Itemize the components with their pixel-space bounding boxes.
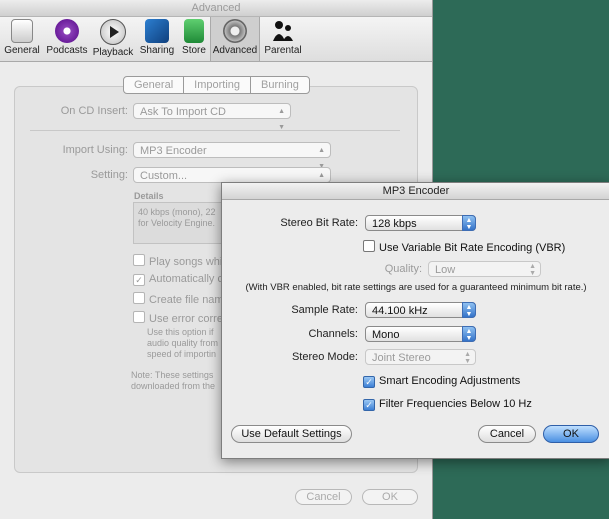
general-icon: [11, 19, 33, 43]
dialog-title: MP3 Encoder: [222, 183, 609, 200]
import-using-popup[interactable]: MP3 Encoder▲▼: [133, 142, 331, 170]
tab-importing[interactable]: Importing: [184, 77, 251, 93]
error-correction-label: Use error corre: [149, 313, 223, 325]
toolbar-advanced[interactable]: Advanced: [210, 17, 260, 61]
tab-bar: General Importing Burning: [123, 76, 310, 94]
use-default-settings-button[interactable]: Use Default Settings: [231, 425, 352, 443]
podcasts-icon: [55, 19, 79, 43]
quality-popup: Low ▲ ▼: [428, 261, 541, 277]
updown-arrows-icon: ▲▼: [462, 215, 476, 231]
sample-rate-label: Sample Rate:: [291, 304, 358, 316]
automatically-label: Automatically c: [149, 273, 223, 285]
on-cd-insert-label: On CD Insert:: [60, 105, 128, 117]
note-line-1: Note: These settings: [131, 370, 214, 380]
tab-general[interactable]: General: [124, 77, 185, 93]
store-icon: [184, 19, 204, 43]
details-text-1: 40 kbps (mono), 22: [138, 207, 216, 217]
error-desc-1: Use this option if: [147, 327, 214, 337]
divider: [30, 130, 400, 131]
details-text-2: for Velocity Engine.: [138, 218, 216, 228]
sharing-icon: [145, 19, 169, 43]
error-desc-2: audio quality from: [147, 338, 219, 348]
toolbar-parental-label: Parental: [264, 45, 302, 56]
automatically-checkbox[interactable]: ✓ Automatically c: [133, 273, 223, 286]
setting-value: Custom...: [140, 170, 188, 182]
updown-arrows-icon: ▲▼: [464, 351, 471, 365]
ok-button[interactable]: OK: [362, 489, 418, 505]
stereo-bit-rate-label: Stereo Bit Rate:: [280, 217, 358, 229]
preferences-toolbar: General Podcasts Playback Sharing Store …: [0, 17, 432, 62]
toolbar-sharing[interactable]: Sharing: [137, 19, 177, 56]
play-songs-label: Play songs whi: [149, 256, 223, 268]
quality-label: Quality:: [384, 263, 422, 275]
toolbar-general-label: General: [4, 45, 40, 56]
filter-frequencies-checkbox[interactable]: ✓ Filter Frequencies Below 10 Hz: [363, 398, 532, 411]
cancel-button[interactable]: Cancel: [295, 489, 352, 505]
checkmark-icon: ✓: [133, 274, 145, 286]
vbr-note: (With VBR enabled, bit rate settings are…: [245, 282, 587, 293]
smart-encoding-checkbox[interactable]: ✓ Smart Encoding Adjustments: [363, 375, 520, 388]
setting-label: Setting:: [90, 169, 128, 181]
stereo-mode-popup: Joint Stereo ▲ ▼: [365, 349, 476, 365]
toolbar-playback[interactable]: Playback: [92, 19, 134, 58]
create-file-names-checkbox[interactable]: Create file nam: [133, 292, 224, 306]
sample-rate-popup[interactable]: 44.100 kHz ▲ ▼: [365, 302, 476, 318]
stereo-mode-label: Stereo Mode:: [291, 351, 358, 363]
import-using-value: MP3 Encoder: [140, 145, 207, 157]
create-file-names-label: Create file nam: [149, 294, 224, 306]
error-desc-3: speed of importin: [147, 349, 217, 359]
checkmark-icon: ✓: [363, 399, 375, 411]
vbr-label: Use Variable Bit Rate Encoding (VBR): [379, 242, 566, 254]
stereo-mode-value: Joint Stereo: [372, 352, 431, 364]
toolbar-podcasts-label: Podcasts: [46, 45, 88, 56]
channels-label: Channels:: [308, 328, 358, 340]
dialog-cancel-button[interactable]: Cancel: [478, 425, 536, 443]
import-using-label: Import Using:: [62, 144, 128, 156]
window-title: Advanced: [0, 0, 432, 17]
vbr-checkbox[interactable]: Use Variable Bit Rate Encoding (VBR): [363, 240, 565, 254]
dialog-ok-button[interactable]: OK: [543, 425, 599, 443]
playback-icon: [100, 19, 126, 45]
play-songs-checkbox[interactable]: Play songs whi: [133, 254, 222, 268]
toolbar-store[interactable]: Store: [178, 19, 210, 56]
sample-rate-value: 44.100 kHz: [372, 305, 428, 317]
toolbar-podcasts[interactable]: Podcasts: [44, 19, 90, 56]
gear-icon: [223, 19, 247, 43]
checkbox-box: [133, 254, 145, 266]
toolbar-sharing-label: Sharing: [139, 45, 175, 56]
channels-popup[interactable]: Mono ▲ ▼: [365, 326, 476, 342]
parental-icon: [271, 19, 295, 43]
filter-frequencies-label: Filter Frequencies Below 10 Hz: [379, 398, 532, 410]
toolbar-general[interactable]: General: [0, 19, 44, 56]
setting-popup[interactable]: Custom...▲▼: [133, 167, 331, 195]
updown-arrows-icon: ▲▼: [462, 326, 476, 342]
details-label: Details: [134, 191, 164, 201]
stereo-bit-rate-value: 128 kbps: [372, 218, 417, 230]
on-cd-insert-value: Ask To Import CD: [140, 106, 226, 118]
quality-value: Low: [435, 264, 456, 276]
smart-encoding-label: Smart Encoding Adjustments: [379, 375, 521, 387]
checkbox-box: [363, 240, 375, 252]
updown-arrows-icon: ▲▼: [278, 108, 285, 131]
tab-burning[interactable]: Burning: [251, 77, 309, 93]
on-cd-insert-popup[interactable]: Ask To Import CD ▲ ▼: [133, 103, 291, 131]
checkbox-box: [133, 292, 145, 304]
stereo-bit-rate-popup[interactable]: 128 kbps ▲ ▼: [365, 215, 476, 231]
toolbar-store-label: Store: [182, 45, 206, 56]
toolbar-parental[interactable]: Parental: [261, 19, 305, 56]
updown-arrows-icon: ▲▼: [529, 263, 536, 277]
toolbar-playback-label: Playback: [92, 47, 134, 58]
mp3-encoder-dialog: MP3 Encoder Stereo Bit Rate: 128 kbps ▲ ▼ …: [221, 182, 609, 459]
note-line-2: downloaded from the: [131, 381, 216, 391]
checkbox-box: [133, 311, 145, 323]
toolbar-advanced-label: Advanced: [212, 45, 258, 56]
checkmark-icon: ✓: [363, 376, 375, 388]
channels-value: Mono: [372, 329, 400, 341]
error-correction-checkbox[interactable]: Use error corre: [133, 311, 223, 325]
updown-arrows-icon: ▲▼: [462, 302, 476, 318]
